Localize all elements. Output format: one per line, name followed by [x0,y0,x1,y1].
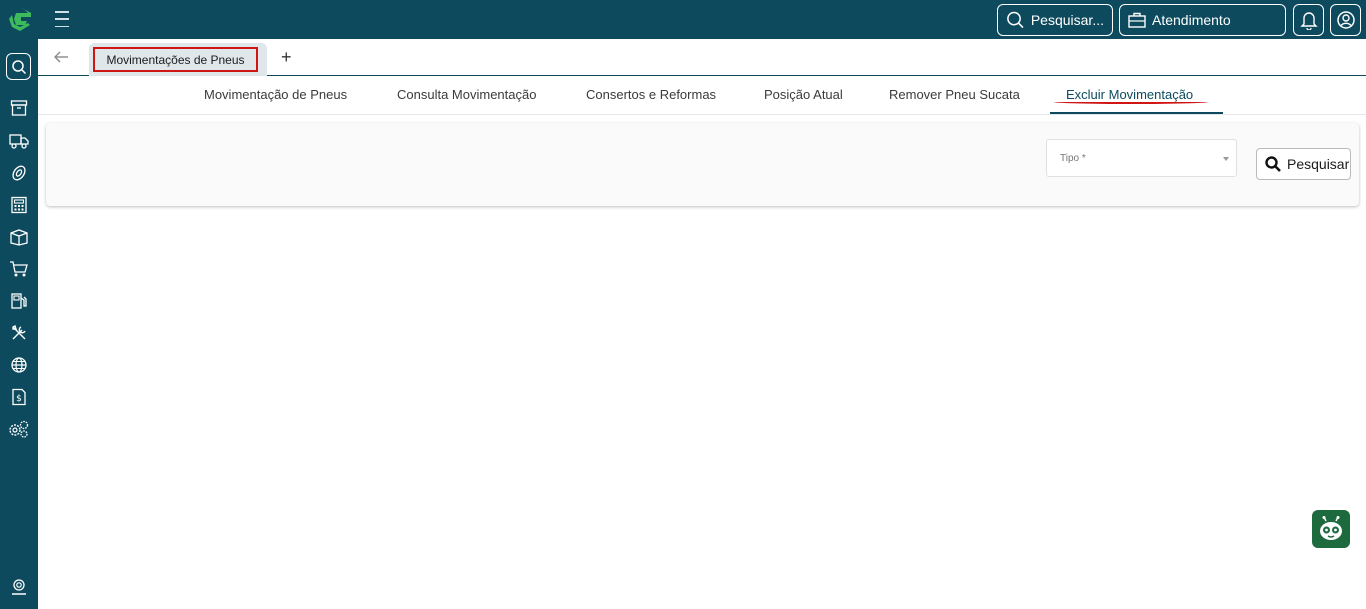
briefcase-icon [1128,12,1146,28]
support-icon[interactable] [8,576,30,598]
chevron-down-icon [1223,157,1229,161]
truck-icon[interactable] [8,130,30,152]
globe-icon[interactable] [8,354,30,376]
archive-icon[interactable] [8,97,30,119]
svg-text:$: $ [16,394,22,404]
subnav-remover-pneu-sucata[interactable]: Remover Pneu Sucata [889,87,1020,102]
tipo-select-label: Tipo * [1060,153,1086,164]
user-circle-icon [1336,11,1355,29]
global-search-button[interactable]: Pesquisar... [997,4,1113,36]
g-logo-icon[interactable] [6,5,34,33]
search-icon [1265,156,1281,172]
bell-icon [1299,12,1318,30]
cart-icon[interactable] [8,258,30,280]
tab-label: Movimentações de Pneus [93,47,258,72]
tab-strip: Movimentações de Pneus + [38,39,1366,76]
user-profile-button[interactable] [1330,4,1361,36]
calculator-icon[interactable] [8,194,30,216]
tools-icon[interactable] [8,322,30,344]
settings-icon[interactable] [8,418,30,440]
add-tab-button[interactable]: + [281,48,292,66]
back-arrow-icon[interactable] [52,48,70,66]
tipo-select[interactable]: Tipo * [1046,139,1237,177]
robot-icon [1320,516,1342,540]
subnav-posicao-atual[interactable]: Posição Atual [764,87,843,102]
search-icon[interactable] [6,53,31,80]
pesquisar-button[interactable]: Pesquisar [1256,148,1351,180]
tire-icon[interactable] [8,162,30,184]
global-search-label: Pesquisar... [1030,12,1104,28]
atendimento-button[interactable]: Atendimento [1119,4,1286,36]
subnav-movimentacao-de-pneus[interactable]: Movimentação de Pneus [204,87,347,102]
chatbot-button[interactable] [1312,510,1350,548]
top-bar: Pesquisar... Atendimento [38,0,1366,39]
notifications-button[interactable] [1293,4,1324,36]
tab-movimentacoes-de-pneus[interactable]: Movimentações de Pneus [89,43,267,76]
box-icon[interactable] [8,226,30,248]
active-tab-indicator [1050,112,1223,114]
search-icon [1007,11,1024,29]
left-rail: $ [0,0,38,609]
atendimento-label: Atendimento [1152,12,1231,28]
invoice-icon[interactable]: $ [8,386,30,408]
pesquisar-label: Pesquisar [1287,156,1350,172]
filter-card: Tipo * Pesquisar [46,123,1359,206]
subnav-consulta-movimentacao[interactable]: Consulta Movimentação [397,87,536,102]
hamburger-menu-icon[interactable] [55,11,73,27]
subnav-consertos-e-reformas[interactable]: Consertos e Reformas [586,87,716,102]
highlight-annotation [1054,100,1208,104]
fuel-pump-icon[interactable] [8,290,30,312]
sub-navigation: Movimentação de Pneus Consulta Movimenta… [38,76,1366,115]
